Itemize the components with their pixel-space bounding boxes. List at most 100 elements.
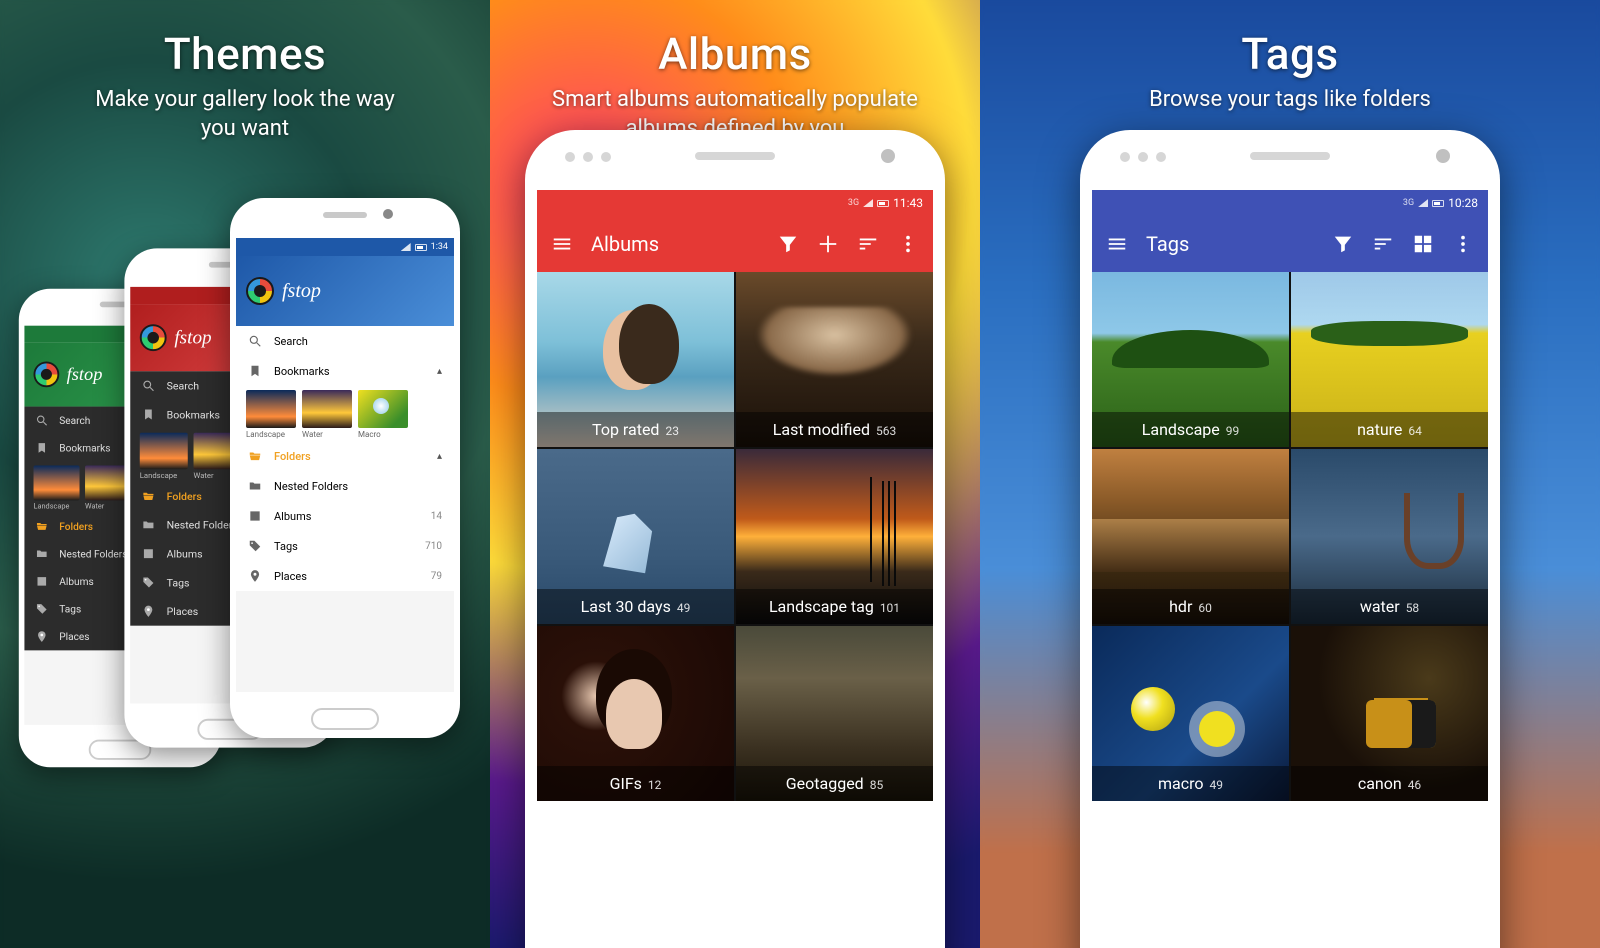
status-time: 11:43 bbox=[893, 196, 923, 210]
panel-title: Tags bbox=[980, 28, 1600, 80]
menu-icon[interactable] bbox=[1106, 233, 1128, 255]
thumb-label: Water bbox=[302, 430, 352, 439]
album-tile[interactable]: Landscape tag101 bbox=[736, 449, 933, 624]
drawer-item-label: Tags bbox=[59, 603, 81, 615]
drawer-item-label: Tags bbox=[167, 576, 190, 588]
search-label: Search bbox=[167, 379, 199, 391]
app-brand: fstop bbox=[282, 280, 321, 303]
drawer-item-count: 79 bbox=[431, 571, 442, 582]
drawer-item-label: Albums bbox=[274, 510, 311, 523]
filter-icon[interactable] bbox=[777, 233, 799, 255]
tags-grid: Landscape99 nature64 hdr60 water58 macro… bbox=[1092, 272, 1488, 801]
thumb-label: Landscape bbox=[34, 502, 80, 510]
promo-panel-themes: Themes Make your gallery look the way yo… bbox=[0, 0, 490, 948]
home-button[interactable] bbox=[311, 708, 379, 730]
tags-screen: 3G 10:28 Tags Landscape99 nature64 hdr60… bbox=[1092, 190, 1488, 948]
bookmark-thumb[interactable]: Landscape bbox=[140, 433, 188, 480]
album-tile[interactable]: Top rated23 bbox=[537, 272, 734, 447]
app-bar: Albums bbox=[537, 216, 933, 272]
folder-icon bbox=[248, 479, 262, 493]
album-tile[interactable]: Geotagged85 bbox=[736, 626, 933, 801]
view-grid-icon[interactable] bbox=[1412, 233, 1434, 255]
bookmark-thumb[interactable]: Landscape bbox=[34, 465, 80, 510]
bookmark-thumb[interactable]: Water bbox=[302, 390, 352, 439]
promo-panel-tags: Tags Browse your tags like folders 3G 10… bbox=[980, 0, 1600, 948]
album-tile[interactable]: GIFs12 bbox=[537, 626, 734, 801]
panel-title: Themes bbox=[0, 28, 490, 80]
phone-theme-blue: 1:34 fstop Search Bookmarks ▴ Landscape Water M… bbox=[230, 198, 460, 738]
sort-icon[interactable] bbox=[1372, 233, 1394, 255]
image-icon bbox=[142, 547, 155, 560]
drawer-item-label: Nested Folders bbox=[59, 548, 127, 560]
phone-albums: 3G 11:43 Albums Top rated23 Last modifie… bbox=[525, 130, 945, 948]
overflow-icon[interactable] bbox=[897, 233, 919, 255]
panel-subtitle: Browse your tags like folders bbox=[980, 86, 1600, 115]
bookmark-thumb[interactable]: Macro bbox=[358, 390, 408, 439]
albums-screen: 3G 11:43 Albums Top rated23 Last modifie… bbox=[537, 190, 933, 948]
signal-icon bbox=[1418, 199, 1428, 207]
drawer-item[interactable]: Albums14 bbox=[236, 501, 454, 531]
image-icon bbox=[248, 509, 262, 523]
drawer-item-count: 710 bbox=[425, 541, 442, 552]
drawer-item-label: Nested Folders bbox=[274, 480, 348, 493]
bookmark-thumb[interactable]: Landscape bbox=[246, 390, 296, 439]
thumb-label: Macro bbox=[358, 430, 408, 439]
chevron-up-icon: ▴ bbox=[437, 451, 442, 462]
tag-icon bbox=[142, 576, 155, 589]
chevron-up-icon: ▴ bbox=[437, 366, 442, 377]
tag-tile[interactable]: water58 bbox=[1291, 449, 1488, 624]
bookmark-icon bbox=[248, 364, 262, 378]
folders-label: Folders bbox=[167, 490, 202, 502]
album-tile[interactable]: Last modified563 bbox=[736, 272, 933, 447]
album-tile[interactable]: Last 30 days49 bbox=[537, 449, 734, 624]
search-row[interactable]: Search bbox=[236, 326, 454, 356]
bookmarks-label: Bookmarks bbox=[274, 365, 330, 378]
tag-tile[interactable]: hdr60 bbox=[1092, 449, 1289, 624]
folder-open-icon bbox=[35, 520, 48, 533]
drawer-item[interactable]: Nested Folders bbox=[236, 471, 454, 501]
headline: Albums Smart albums automatically popula… bbox=[490, 0, 980, 143]
drawer-item-label: Albums bbox=[167, 547, 203, 559]
bookmark-icon bbox=[142, 408, 155, 421]
tag-icon bbox=[35, 603, 48, 616]
sort-icon[interactable] bbox=[857, 233, 879, 255]
app-bar: Tags bbox=[1092, 216, 1488, 272]
tag-icon bbox=[248, 539, 262, 553]
drawer-item[interactable]: Tags 710 bbox=[236, 531, 454, 561]
tag-tile[interactable]: Landscape99 bbox=[1092, 272, 1289, 447]
tag-tile[interactable]: macro49 bbox=[1092, 626, 1289, 801]
folder-icon bbox=[142, 518, 155, 531]
panel-subtitle: Make your gallery look the way you want bbox=[0, 86, 490, 143]
drawer-header: fstop bbox=[236, 256, 454, 326]
menu-icon[interactable] bbox=[551, 233, 573, 255]
headline: Tags Browse your tags like folders bbox=[980, 0, 1600, 115]
filter-icon[interactable] bbox=[1332, 233, 1354, 255]
add-icon[interactable] bbox=[817, 233, 839, 255]
bookmark-thumbs: Landscape Water Macro bbox=[236, 386, 454, 441]
tag-tile[interactable]: canon46 bbox=[1291, 626, 1488, 801]
bookmarks-row[interactable]: Bookmarks ▴ bbox=[236, 356, 454, 386]
drawer-item-label: Nested Folders bbox=[167, 519, 238, 531]
pin-icon bbox=[248, 569, 262, 583]
app-logo-icon bbox=[140, 324, 167, 351]
tag-tile[interactable]: nature64 bbox=[1291, 272, 1488, 447]
headline: Themes Make your gallery look the way yo… bbox=[0, 0, 490, 143]
folder-icon bbox=[35, 547, 48, 560]
thumb-label: Landscape bbox=[246, 430, 296, 439]
overflow-icon[interactable] bbox=[1452, 233, 1474, 255]
promo-panel-albums: Albums Smart albums automatically popula… bbox=[490, 0, 980, 948]
folders-row[interactable]: Folders▴ bbox=[236, 441, 454, 471]
search-icon bbox=[142, 379, 155, 392]
folders-label: Folders bbox=[59, 520, 93, 532]
signal-icon bbox=[863, 199, 873, 207]
folder-open-icon bbox=[248, 449, 262, 463]
drawer-item-label: Tags bbox=[274, 540, 298, 553]
folder-open-icon bbox=[142, 489, 155, 502]
drawer-item-label: Albums bbox=[59, 575, 93, 587]
pin-icon bbox=[142, 605, 155, 618]
drawer-item-label: Places bbox=[59, 631, 89, 643]
status-bar: 1:34 bbox=[236, 238, 454, 256]
pin-icon bbox=[35, 630, 48, 643]
drawer-item[interactable]: Places79 bbox=[236, 561, 454, 591]
status-time: 10:28 bbox=[1448, 196, 1478, 210]
